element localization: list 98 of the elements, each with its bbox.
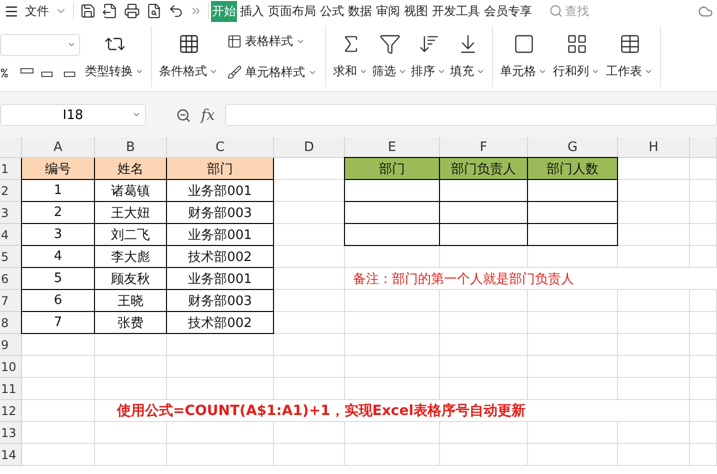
caret-icon	[476, 67, 485, 76]
column-header[interactable]: E	[345, 137, 440, 158]
caret-icon	[538, 67, 547, 76]
table-cell: 6	[21, 290, 95, 312]
menu-icon[interactable]	[4, 4, 19, 18]
row-header[interactable]: 7	[0, 290, 22, 312]
print-preview-icon[interactable]	[146, 3, 162, 19]
ribbon-tab[interactable]: 视图	[403, 0, 429, 22]
caret-icon	[209, 67, 218, 76]
formula-caption: 使用公式=COUNT(A$1:A1)+1，实现Excel表格序号自动更新	[95, 400, 618, 422]
file-menu[interactable]: 文件	[25, 2, 49, 20]
table-cell: 3	[21, 224, 95, 246]
cell-icon	[512, 33, 534, 55]
zoom-icon[interactable]	[176, 108, 191, 122]
ribbon-button[interactable]: 行和列	[552, 31, 601, 82]
table-cell: 业务部001	[166, 268, 274, 290]
table-cell: 1	[21, 180, 95, 202]
table-header-cell: 编号	[21, 158, 95, 180]
row-header[interactable]: 6	[0, 268, 22, 290]
save-icon[interactable]	[80, 3, 96, 19]
table-cell: 技术部002	[166, 246, 274, 268]
name-box[interactable]: I18	[0, 104, 146, 126]
table-header-cell: 部门	[166, 158, 274, 180]
function-label[interactable]: fx	[201, 106, 216, 124]
row-header[interactable]: 14	[0, 444, 22, 466]
caret-icon	[644, 67, 653, 76]
row-header[interactable]: 8	[0, 312, 22, 334]
table-header-cell: 部门人数	[527, 157, 618, 180]
number-format-dropdown[interactable]	[0, 34, 80, 56]
caret-icon	[135, 67, 144, 76]
row-header[interactable]: 1	[0, 158, 22, 180]
column-header[interactable]: F	[440, 137, 528, 158]
table-header-cell: 姓名	[94, 158, 167, 180]
row-header[interactable]: 4	[0, 224, 22, 246]
column-header[interactable]: D	[274, 137, 345, 158]
export-icon[interactable]	[102, 3, 118, 19]
table-style-button[interactable]: 表格样式	[225, 30, 319, 52]
column-header[interactable]: H	[618, 137, 690, 158]
search-icon[interactable]	[549, 4, 563, 18]
ribbon-button[interactable]: 工作表	[605, 31, 654, 82]
table-cell: 财务部003	[166, 202, 274, 224]
ribbon-button[interactable]: 求和	[332, 31, 369, 82]
caret-icon	[132, 110, 141, 119]
table-header-cell: 部门负责人	[439, 157, 528, 180]
printer-icon[interactable]	[124, 3, 140, 19]
table-cell: 财务部003	[166, 290, 274, 312]
table-brush-icon	[227, 34, 242, 48]
row-header[interactable]: 2	[0, 180, 22, 202]
conditional-format-button[interactable]: 条件格式	[158, 31, 219, 82]
ribbon-tab[interactable]: 插入	[239, 0, 265, 22]
table-header-cell: 部门	[344, 157, 440, 180]
cell-style-button[interactable]: 单元格样式	[225, 62, 319, 82]
row-header[interactable]: 9	[0, 334, 22, 356]
caret-icon	[591, 67, 600, 76]
ribbon-tab[interactable]: 会员专享	[483, 0, 533, 22]
table-cell: 5	[21, 268, 95, 290]
more-icon[interactable]	[190, 5, 202, 17]
brush-icon	[227, 64, 242, 80]
ribbon-tab[interactable]: 公式	[319, 0, 345, 22]
rows-columns-icon	[566, 33, 588, 55]
ribbon-tab[interactable]: 开发工具	[431, 0, 481, 22]
column-header[interactable]	[690, 137, 717, 158]
caret-icon	[437, 67, 446, 76]
column-header[interactable]: A	[22, 137, 95, 158]
ribbon-button[interactable]: 填充	[449, 31, 486, 82]
sort-icon	[418, 33, 440, 55]
table-cell: 7	[21, 312, 95, 334]
column-header[interactable]: B	[95, 137, 167, 158]
undo-icon[interactable]	[168, 3, 184, 19]
ribbon-tab[interactable]: 审阅	[375, 0, 401, 22]
ribbon-button[interactable]: 单元格	[499, 31, 548, 82]
table-cell: 4	[21, 246, 95, 268]
table-cell: 技术部002	[166, 312, 274, 334]
table-cell: 2	[21, 202, 95, 224]
sheet-icon	[618, 33, 640, 55]
ribbon-tab[interactable]: 页面布局	[267, 0, 317, 22]
type-convert-button[interactable]: 类型转换	[84, 31, 145, 82]
row-header[interactable]: 3	[0, 202, 22, 224]
grid-icon	[178, 33, 200, 55]
table-cell: 业务部001	[166, 224, 274, 246]
row-header[interactable]: 12	[0, 400, 22, 422]
row-header[interactable]: 5	[0, 246, 22, 268]
formula-input[interactable]	[225, 104, 717, 126]
caret-icon	[398, 67, 407, 76]
cloud-icon[interactable]	[698, 4, 713, 18]
select-all-corner[interactable]	[0, 137, 22, 158]
caret-icon	[359, 67, 368, 76]
filter-icon	[378, 33, 400, 55]
table-cell: 业务部001	[166, 180, 274, 202]
ribbon-tab[interactable]: 数据	[347, 0, 373, 22]
column-header[interactable]: G	[528, 137, 618, 158]
row-header[interactable]: 11	[0, 378, 22, 400]
ribbon-button[interactable]: 筛选	[371, 31, 408, 82]
caret-icon	[67, 40, 76, 49]
ribbon-button[interactable]: 排序	[410, 31, 447, 82]
row-header[interactable]: 10	[0, 356, 22, 378]
column-header[interactable]: C	[167, 137, 274, 158]
row-header[interactable]: 13	[0, 422, 22, 444]
